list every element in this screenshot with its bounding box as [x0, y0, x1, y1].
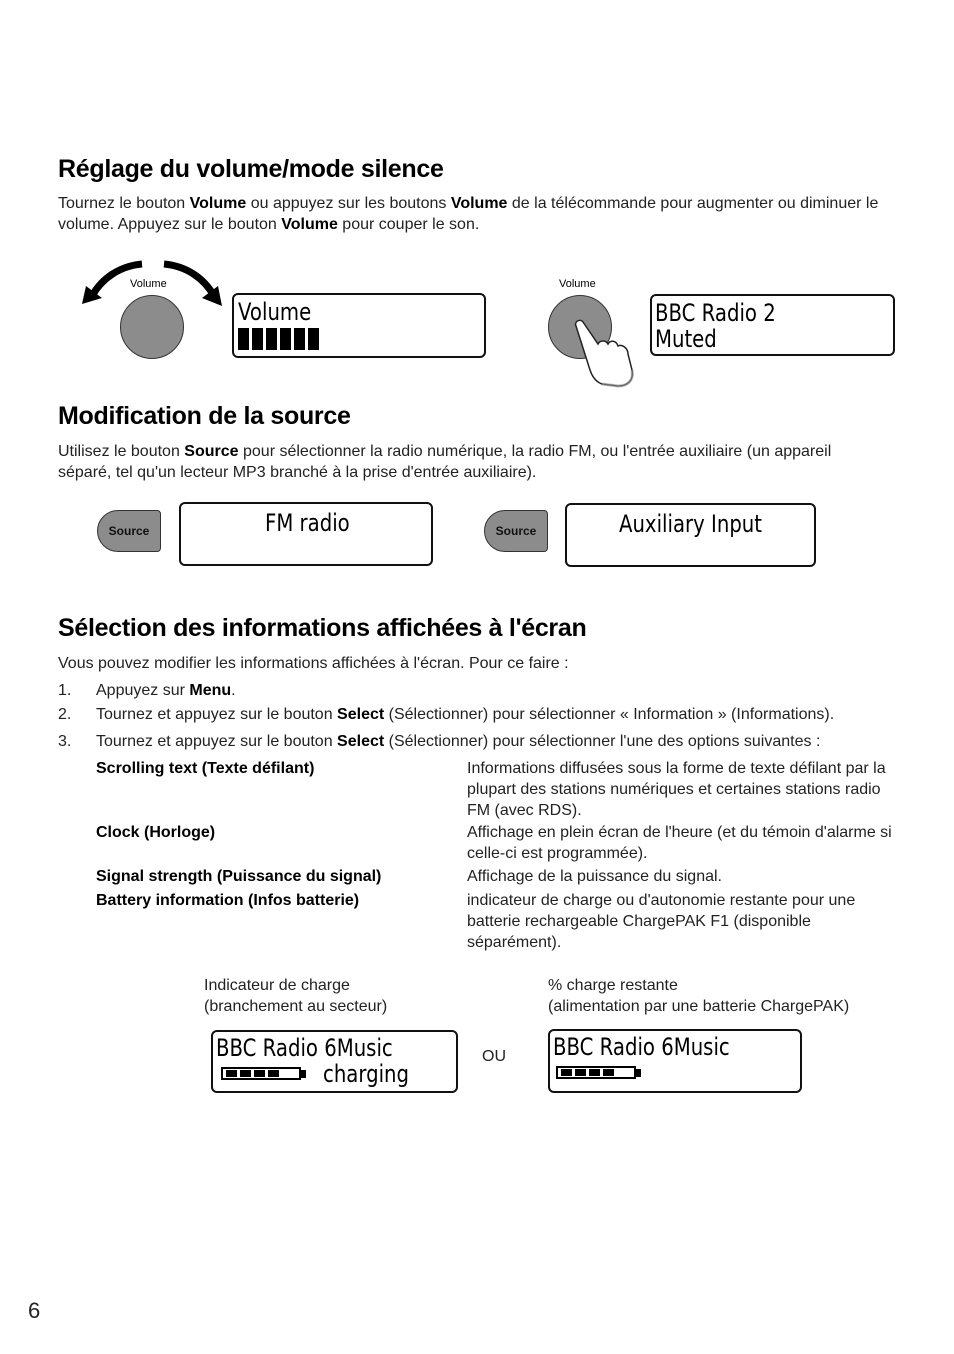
lcd-line-1: Auxiliary Input: [619, 510, 763, 538]
bold-term: Menu: [189, 682, 232, 699]
lcd-fm-display: FM radio: [179, 502, 433, 566]
volume-bar: [252, 328, 263, 350]
lcd-volume-display: Volume: [232, 293, 486, 358]
caption-charging-2: (branchement au secteur): [204, 998, 388, 1015]
lcd-aux-display: Auxiliary Input: [565, 503, 816, 567]
page-number: 6: [28, 1298, 41, 1323]
bold-term: Volume: [450, 195, 508, 212]
option-term: Battery information (Infos batterie): [96, 892, 360, 909]
battery-icon: [556, 1066, 641, 1079]
lcd-line-1: BBC Radio 6Music: [216, 1034, 393, 1062]
source-button[interactable]: Source: [484, 510, 548, 552]
bold-term: Select: [337, 706, 385, 723]
bold-term: Source: [184, 443, 239, 460]
source-paragraph: Utilisez le bouton Source pour sélection…: [58, 441, 888, 483]
text-run: Tournez et appuyez sur le bouton: [96, 706, 338, 723]
volume-bar: [238, 328, 249, 350]
option-desc: indicateur de charge ou d'autonomie rest…: [467, 892, 856, 951]
option-desc: Informations diffusées sous la forme de …: [467, 760, 886, 819]
volume-bar: [294, 328, 305, 350]
bold-term: Select: [337, 733, 385, 750]
or-label: OU: [482, 1048, 506, 1065]
lcd-line-1: BBC Radio 2: [655, 299, 776, 327]
text-run: Tournez et appuyez sur le bouton: [96, 733, 338, 750]
battery-segment: [226, 1070, 237, 1077]
lcd-line-2: Muted: [655, 325, 717, 353]
heading-info: Sélection des informations affichées à l…: [58, 614, 587, 642]
battery-icon: [221, 1067, 306, 1080]
lcd-remaining-display: BBC Radio 6Music: [548, 1029, 802, 1093]
battery-tip: [636, 1068, 641, 1077]
battery-segment: [268, 1070, 279, 1077]
battery-segment: [589, 1069, 600, 1076]
bold-term: Volume: [189, 195, 247, 212]
battery-segment: [603, 1069, 614, 1076]
step-number: 1.: [58, 682, 72, 699]
option-term: Signal strength (Puissance du signal): [96, 868, 382, 885]
step-number: 3.: [58, 733, 72, 750]
caption-remaining-2: (alimentation par une batterie ChargePAK…: [548, 998, 850, 1015]
battery-segment: [575, 1069, 586, 1076]
volume-knob[interactable]: [120, 295, 184, 359]
battery-body: [221, 1067, 301, 1080]
text-run: Tournez le bouton: [58, 195, 190, 212]
lcd-charging-display: BBC Radio 6Music charging: [211, 1030, 458, 1093]
lcd-line-1: Volume: [238, 298, 312, 326]
lcd-line-1: BBC Radio 6Music: [553, 1033, 730, 1061]
option-term: Clock (Horloge): [96, 824, 216, 841]
option-desc: Affichage en plein écran de l'heure (et …: [467, 824, 892, 862]
battery-segment: [561, 1069, 572, 1076]
bold-term: Volume: [281, 216, 338, 233]
caption-charging-1: Indicateur de charge: [204, 977, 350, 994]
volume-level-bars: [238, 328, 319, 350]
source-button[interactable]: Source: [97, 510, 161, 552]
text-run: pour couper le son.: [337, 216, 480, 233]
lcd-muted-display: BBC Radio 2 Muted: [650, 294, 895, 356]
text-run: Appuyez sur: [96, 682, 190, 699]
volume-bar: [280, 328, 291, 350]
lcd-line-1: FM radio: [265, 509, 350, 537]
info-intro: Vous pouvez modifier les informations af…: [58, 655, 569, 672]
option-desc: Affichage de la puissance du signal.: [467, 868, 722, 885]
volume-bar: [266, 328, 277, 350]
knob-label: Volume: [130, 278, 167, 290]
caption-remaining-1: % charge restante: [548, 977, 678, 994]
text-run: Utilisez le bouton: [58, 443, 185, 460]
battery-tip: [301, 1069, 306, 1078]
volume-paragraph: Tournez le bouton Volume ou appuyez sur …: [58, 193, 898, 235]
battery-body: [556, 1066, 636, 1079]
pointing-hand-icon: [574, 319, 634, 388]
volume-bar: [308, 328, 319, 350]
lcd-line-2: charging: [323, 1060, 410, 1088]
option-term: Scrolling text (Texte défilant): [96, 760, 315, 777]
step-text: Tournez et appuyez sur le bouton Select …: [96, 731, 820, 752]
text-run: (Sélectionner) pour sélectionner l'une d…: [384, 733, 821, 750]
battery-segment: [254, 1070, 265, 1077]
text-run: .: [231, 682, 236, 699]
step-number: 2.: [58, 706, 72, 723]
text-run: (Sélectionner) pour sélectionner « Infor…: [384, 706, 835, 723]
text-run: ou appuyez sur les boutons: [246, 195, 451, 212]
step-text: Tournez et appuyez sur le bouton Select …: [96, 704, 834, 725]
heading-source: Modification de la source: [58, 402, 351, 430]
step-text: Appuyez sur Menu.: [96, 680, 236, 701]
heading-volume: Réglage du volume/mode silence: [58, 155, 444, 183]
battery-segment: [240, 1070, 251, 1077]
knob-label: Volume: [559, 278, 596, 290]
